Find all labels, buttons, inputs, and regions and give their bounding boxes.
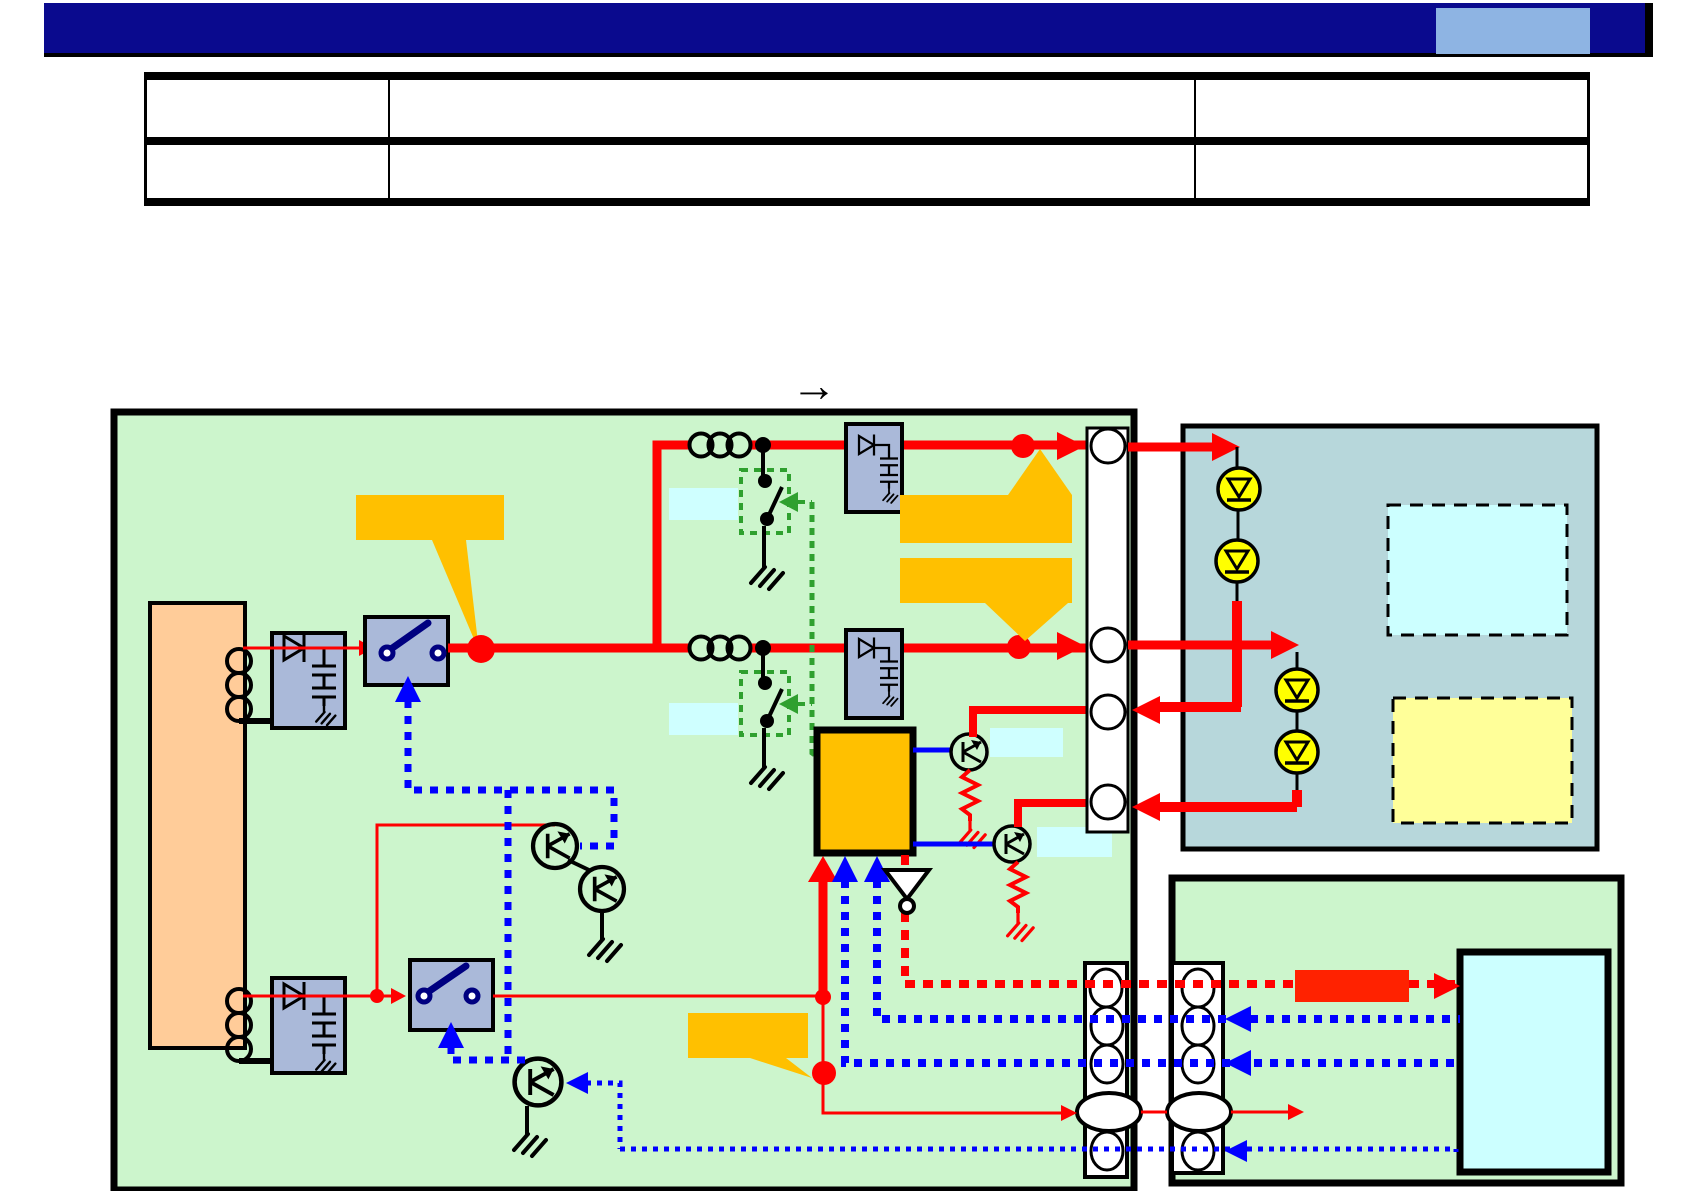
rectifier-filter-2 — [270, 976, 347, 1075]
rectifier-filter-3 — [844, 422, 904, 514]
connector-top — [1085, 426, 1130, 834]
power-switch-1 — [363, 615, 450, 687]
label-box-driver-1 — [990, 728, 1063, 757]
label-box-relay-2 — [669, 703, 738, 735]
lamp-panel-note-box-cyan — [1386, 503, 1569, 637]
rectifier-filter-4 — [844, 628, 904, 720]
led-lamp-4 — [1274, 729, 1320, 775]
connector-bottom-right — [1165, 961, 1233, 1175]
signal-label — [1295, 970, 1409, 1002]
ecu-unit — [1456, 948, 1612, 1176]
circuit-diagram — [110, 408, 1625, 1191]
led-lamp-1 — [1216, 466, 1262, 512]
lamp-panel-note-box-yellow — [1391, 696, 1574, 825]
control-ic — [813, 726, 917, 857]
label-box-relay-1 — [669, 488, 738, 520]
slide: → — [0, 0, 1684, 1191]
led-lamp-3 — [1274, 667, 1320, 713]
power-switch-2 — [408, 958, 495, 1032]
led-lamp-2 — [1214, 538, 1260, 584]
